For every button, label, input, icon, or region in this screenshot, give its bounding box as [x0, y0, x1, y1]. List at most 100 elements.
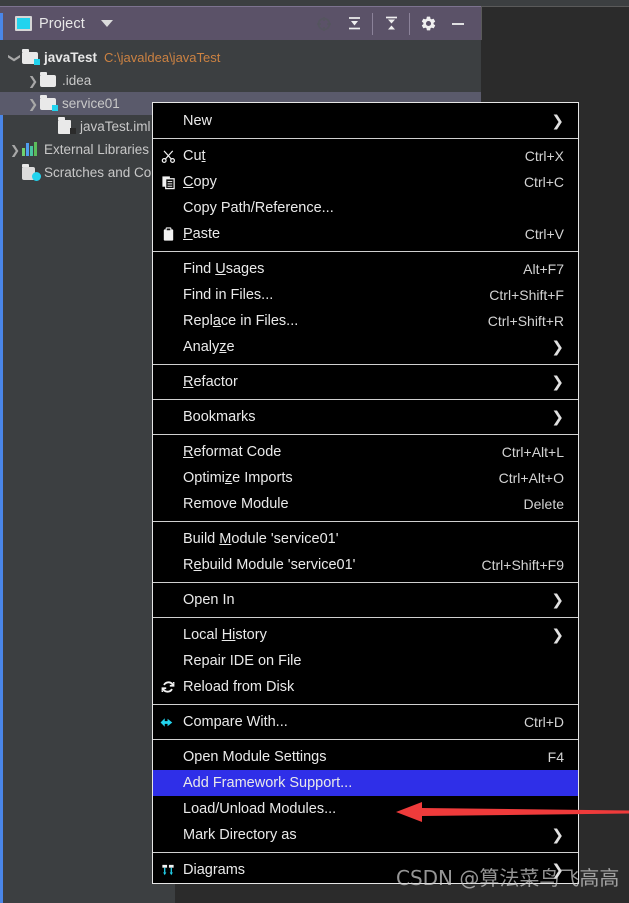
toolbar-divider-2 — [409, 12, 410, 35]
menu-item-copy-path-reference[interactable]: Copy Path/Reference... — [153, 195, 578, 221]
menu-item-shortcut: Ctrl+C — [523, 174, 564, 190]
menu-item-find-in-files[interactable]: Find in Files... Ctrl+Shift+F — [153, 282, 578, 308]
toolwindow-actions — [309, 7, 481, 41]
menu-separator — [153, 852, 578, 853]
menu-item-shortcut: Ctrl+Alt+L — [501, 444, 564, 460]
menu-item-label: New — [183, 113, 213, 129]
menu-item-label: Copy — [183, 174, 217, 190]
chevron-down-icon[interactable] — [100, 20, 113, 27]
editor-area-background — [481, 6, 629, 40]
menu-item-shortcut: Ctrl+D — [523, 714, 564, 730]
menu-item-paste[interactable]: Paste Ctrl+V — [153, 221, 578, 247]
menu-item-label: Build Module 'service01' — [183, 531, 339, 547]
menu-item-shortcut: Ctrl+V — [524, 226, 564, 242]
menu-item-shortcut: F4 — [547, 749, 564, 765]
menu-item-label: Paste — [183, 226, 221, 242]
menu-item-add-framework-support[interactable]: Add Framework Support... — [153, 770, 578, 796]
menu-item-label: Bookmarks — [183, 409, 256, 425]
clipboard-icon — [153, 226, 183, 242]
submenu-chevron-icon: ❯ — [551, 408, 564, 426]
tree-item-idea[interactable]: ❯ .idea — [0, 69, 481, 92]
menu-separator — [153, 251, 578, 252]
settings-gear-icon[interactable] — [413, 7, 443, 41]
tree-item-label: javaTest.iml — [80, 119, 151, 134]
menu-separator — [153, 521, 578, 522]
menu-separator — [153, 704, 578, 705]
module-folder-icon — [22, 49, 40, 65]
menu-item-compare-with[interactable]: Compare With... Ctrl+D — [153, 709, 578, 735]
menu-item-reload-from-disk[interactable]: Reload from Disk — [153, 674, 578, 700]
menu-item-label: Load/Unload Modules... — [183, 801, 337, 817]
menu-separator — [153, 364, 578, 365]
libraries-icon — [22, 142, 40, 157]
tree-item-javatest[interactable]: ❯ javaTest C:\javaldea\javaTest — [0, 46, 481, 69]
menu-item-mark-directory-as[interactable]: Mark Directory as ❯ — [153, 822, 578, 848]
scissors-icon — [153, 149, 183, 164]
menu-item-analyze[interactable]: Analyze ❯ — [153, 334, 578, 360]
csdn-watermark: CSDN @算法菜鸟飞高高 — [396, 866, 620, 890]
chevron-collapsed-icon[interactable]: ❯ — [26, 97, 40, 111]
menu-item-new[interactable]: New ❯ — [153, 108, 578, 134]
submenu-chevron-icon: ❯ — [551, 338, 564, 356]
menu-item-repair-ide-on-file[interactable]: Repair IDE on File — [153, 648, 578, 674]
submenu-chevron-icon: ❯ — [551, 373, 564, 391]
collapse-all-icon[interactable] — [339, 7, 369, 41]
menu-item-shortcut: Delete — [523, 496, 564, 512]
module-folder-icon — [40, 95, 58, 111]
menu-item-load-unload-modules[interactable]: Load/Unload Modules... — [153, 796, 578, 822]
locate-icon[interactable] — [309, 7, 339, 41]
tree-item-label: javaTest — [44, 50, 98, 65]
menu-item-replace-in-files[interactable]: Replace in Files... Ctrl+Shift+R — [153, 308, 578, 334]
menu-item-label: Remove Module — [183, 496, 289, 512]
iml-file-icon — [58, 117, 76, 134]
chevron-expanded-icon[interactable]: ❯ — [8, 51, 22, 65]
project-toolwindow-header: Project — [0, 6, 481, 47]
menu-item-shortcut: Alt+F7 — [523, 261, 564, 277]
menu-item-reformat-code[interactable]: Reformat Code Ctrl+Alt+L — [153, 439, 578, 465]
menu-item-label: Add Framework Support... — [183, 775, 353, 791]
menu-item-label: Find in Files... — [183, 287, 274, 303]
submenu-chevron-icon: ❯ — [551, 591, 564, 609]
tree-item-label: .idea — [62, 73, 92, 88]
tree-item-label: service01 — [62, 96, 120, 111]
app-root: Project ❯ javaTest C:\javaldea\javaTest … — [0, 0, 629, 903]
menu-item-shortcut: Ctrl+Shift+F9 — [481, 557, 564, 573]
copy-icon — [153, 175, 183, 190]
menu-item-find-usages[interactable]: Find Usages Alt+F7 — [153, 256, 578, 282]
expand-all-icon[interactable] — [376, 7, 406, 41]
folder-icon — [40, 72, 58, 88]
menu-item-cut[interactable]: Cut Ctrl+X — [153, 143, 578, 169]
menu-item-label: Reload from Disk — [183, 679, 295, 695]
submenu-chevron-icon: ❯ — [551, 626, 564, 644]
project-toolwindow-title: Project — [39, 15, 85, 32]
project-icon — [15, 16, 32, 31]
menu-separator — [153, 617, 578, 618]
menu-item-local-history[interactable]: Local History ❯ — [153, 622, 578, 648]
menu-separator — [153, 138, 578, 139]
menu-item-label: Compare With... — [183, 714, 288, 730]
menu-item-remove-module[interactable]: Remove Module Delete — [153, 491, 578, 517]
menu-item-refactor[interactable]: Refactor ❯ — [153, 369, 578, 395]
menu-item-open-in[interactable]: Open In ❯ — [153, 587, 578, 613]
scratches-icon — [22, 164, 41, 181]
menu-item-build-module-service01[interactable]: Build Module 'service01' — [153, 526, 578, 552]
tree-item-path: C:\javaldea\javaTest — [104, 50, 221, 65]
menu-separator — [153, 434, 578, 435]
menu-item-bookmarks[interactable]: Bookmarks ❯ — [153, 404, 578, 430]
hide-toolwindow-icon[interactable] — [443, 7, 473, 41]
menu-item-label: Local History — [183, 627, 267, 643]
menu-item-label: Mark Directory as — [183, 827, 297, 843]
menu-item-copy[interactable]: Copy Ctrl+C — [153, 169, 578, 195]
menu-item-label: Analyze — [183, 339, 235, 355]
chevron-collapsed-icon[interactable]: ❯ — [26, 74, 40, 88]
menu-item-label: Replace in Files... — [183, 313, 299, 329]
menu-item-open-module-settings[interactable]: Open Module Settings F4 — [153, 744, 578, 770]
menu-item-rebuild-module-service01[interactable]: Rebuild Module 'service01' Ctrl+Shift+F9 — [153, 552, 578, 578]
menu-item-shortcut: Ctrl+Shift+F — [489, 287, 564, 303]
menu-item-optimize-imports[interactable]: Optimize Imports Ctrl+Alt+O — [153, 465, 578, 491]
context-menu[interactable]: New ❯ Cut Ctrl+X Copy Ctrl+C Copy Path/Referen… — [152, 102, 579, 884]
menu-item-label: Repair IDE on File — [183, 653, 302, 669]
menu-item-label: Open In — [183, 592, 235, 608]
chevron-collapsed-icon[interactable]: ❯ — [8, 143, 22, 157]
menu-item-label: Cut — [183, 148, 206, 164]
